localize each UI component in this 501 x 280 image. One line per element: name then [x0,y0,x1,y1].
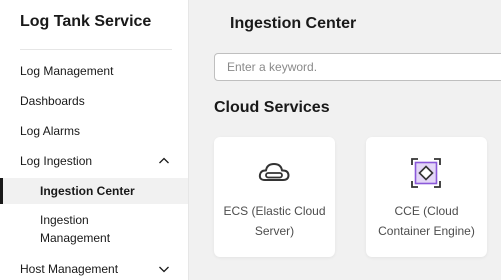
divider [20,49,172,50]
card-label: ECS (Elastic Cloud Server) [223,204,326,238]
sidebar-item-label: Log Ingestion [20,154,93,168]
sidebar-item-label: Log Alarms [20,124,81,138]
sidebar-subitem-label: Ingestion Management [40,213,111,245]
search-input[interactable] [214,53,501,81]
sidebar-subitem-label: Ingestion Center [40,184,135,198]
service-card-cce[interactable]: CCE (Cloud Container Engine) [366,137,487,257]
sidebar: Log Tank Service Log Management Dashboar… [0,0,189,280]
chevron-up-icon [159,157,169,164]
page-title: Ingestion Center [230,15,357,32]
sidebar-item-log-ingestion[interactable]: Log Ingestion [0,149,188,173]
ecs-cloud-icon [258,163,290,181]
sidebar-subitem-ingestion-center[interactable]: Ingestion Center [0,178,188,204]
service-card-ecs[interactable]: ECS (Elastic Cloud Server) [214,137,335,257]
card-label: CCE (Cloud Container Engine) [378,204,475,238]
sidebar-item-label: Log Management [20,64,114,78]
sidebar-item-log-alarms[interactable]: Log Alarms [0,119,188,143]
sidebar-item-label: Host Management [20,262,119,276]
sidebar-item-log-management[interactable]: Log Management [0,59,188,83]
sidebar-item-label: Dashboards [20,94,85,108]
app-title: Log Tank Service [20,13,152,30]
sidebar-item-host-management[interactable]: Host Management [0,257,188,280]
sidebar-item-dashboards[interactable]: Dashboards [0,89,188,113]
cce-container-icon [411,158,441,188]
sidebar-subitem-ingestion-management[interactable]: Ingestion Management [0,211,150,247]
chevron-down-icon [159,266,169,273]
section-title: Cloud Services [214,99,330,116]
